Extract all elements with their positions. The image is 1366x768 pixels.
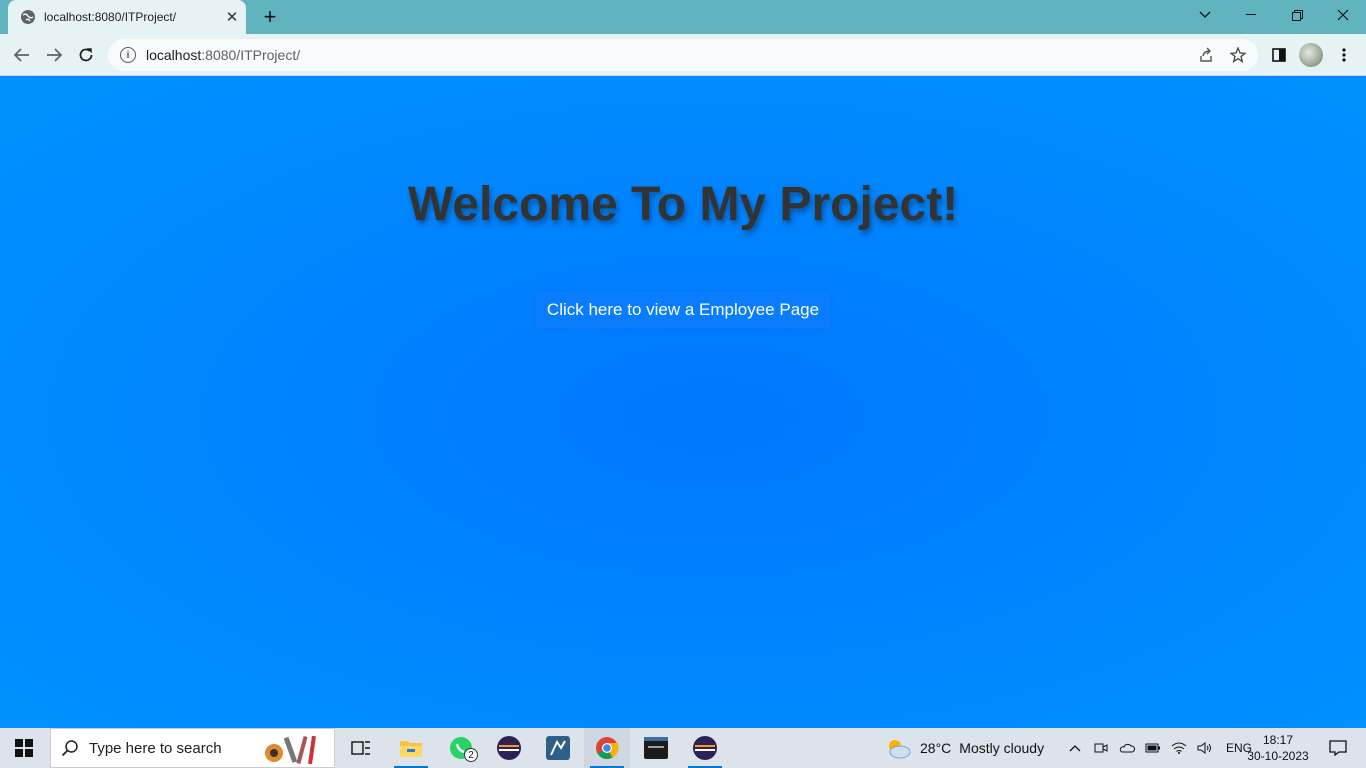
reload-icon[interactable] <box>72 41 100 69</box>
onedrive-icon[interactable] <box>1118 743 1136 753</box>
share-icon[interactable] <box>1194 43 1218 67</box>
weather-condition: Mostly cloudy <box>959 740 1045 756</box>
weather-widget[interactable]: 28°C Mostly cloudy <box>884 728 1044 768</box>
globe-icon <box>21 10 35 24</box>
page-title: Welcome To My Project! <box>407 178 959 231</box>
browser-tab[interactable]: localhost:8080/ITProject/ ✕ <box>8 0 246 34</box>
address-bar[interactable]: i localhost:8080/ITProject/ <box>108 39 1258 71</box>
site-info-icon[interactable]: i <box>120 47 136 63</box>
close-window-button[interactable] <box>1320 0 1366 30</box>
menu-icon[interactable] <box>1331 42 1357 68</box>
page-content: Welcome To My Project! Click here to vie… <box>0 77 1366 728</box>
search-icon <box>61 740 78 757</box>
side-panel-icon[interactable] <box>1266 42 1292 68</box>
whatsapp-badge: 2 <box>464 748 478 762</box>
url-path: :8080/ITProject/ <box>201 47 301 63</box>
mysql-workbench-icon[interactable] <box>535 728 581 768</box>
battery-icon[interactable] <box>1144 743 1162 753</box>
tab-search-chevron-icon[interactable] <box>1182 0 1228 30</box>
browser-toolbar: i localhost:8080/ITProject/ <box>0 34 1366 76</box>
system-tray: ENG <box>1066 728 1252 768</box>
chrome-icon[interactable] <box>584 728 630 768</box>
file-explorer-icon[interactable] <box>388 728 434 768</box>
star-icon[interactable] <box>1226 43 1250 67</box>
search-placeholder: Type here to search <box>89 739 222 757</box>
notification-icon[interactable] <box>1318 728 1358 768</box>
windows-taskbar: Type here to search 2 28°C Mostly cloudy <box>0 728 1366 768</box>
browser-tabstrip: localhost:8080/ITProject/ ✕ + <box>0 0 1366 34</box>
weather-temperature: 28°C <box>920 740 952 756</box>
clock-time: 18:17 <box>1262 733 1294 747</box>
url-host: localhost <box>146 47 202 63</box>
employee-page-button[interactable]: Click here to view a Employee Page <box>536 292 830 328</box>
taskbar-search[interactable]: Type here to search <box>50 728 335 768</box>
chevron-up-icon[interactable] <box>1066 744 1084 752</box>
cloudy-weather-icon <box>889 740 911 759</box>
eclipse-workspace-icon[interactable] <box>682 728 728 768</box>
clock-date: 30-10-2023 <box>1247 749 1309 763</box>
task-view-icon[interactable] <box>338 728 384 768</box>
volume-icon[interactable] <box>1196 742 1214 754</box>
tab-title: localhost:8080/ITProject/ <box>44 10 177 24</box>
back-icon[interactable] <box>8 41 36 69</box>
minimize-button[interactable] <box>1228 0 1274 30</box>
restore-button[interactable] <box>1274 0 1320 30</box>
whatsapp-icon[interactable]: 2 <box>438 728 484 768</box>
eclipse-icon[interactable] <box>486 728 532 768</box>
system-clock[interactable]: 18:17 30-10-2023 <box>1244 732 1312 764</box>
tools-search-highlight-icon <box>265 735 316 765</box>
wifi-icon[interactable] <box>1170 742 1188 754</box>
meet-now-icon[interactable] <box>1092 741 1110 755</box>
new-tab-button[interactable]: + <box>256 4 284 30</box>
profile-avatar[interactable] <box>1299 43 1323 67</box>
forward-icon[interactable] <box>40 41 68 69</box>
tab-close-icon[interactable]: ✕ <box>218 3 246 31</box>
mysql-console-icon[interactable] <box>633 728 679 768</box>
windows-start-icon[interactable] <box>0 728 48 768</box>
